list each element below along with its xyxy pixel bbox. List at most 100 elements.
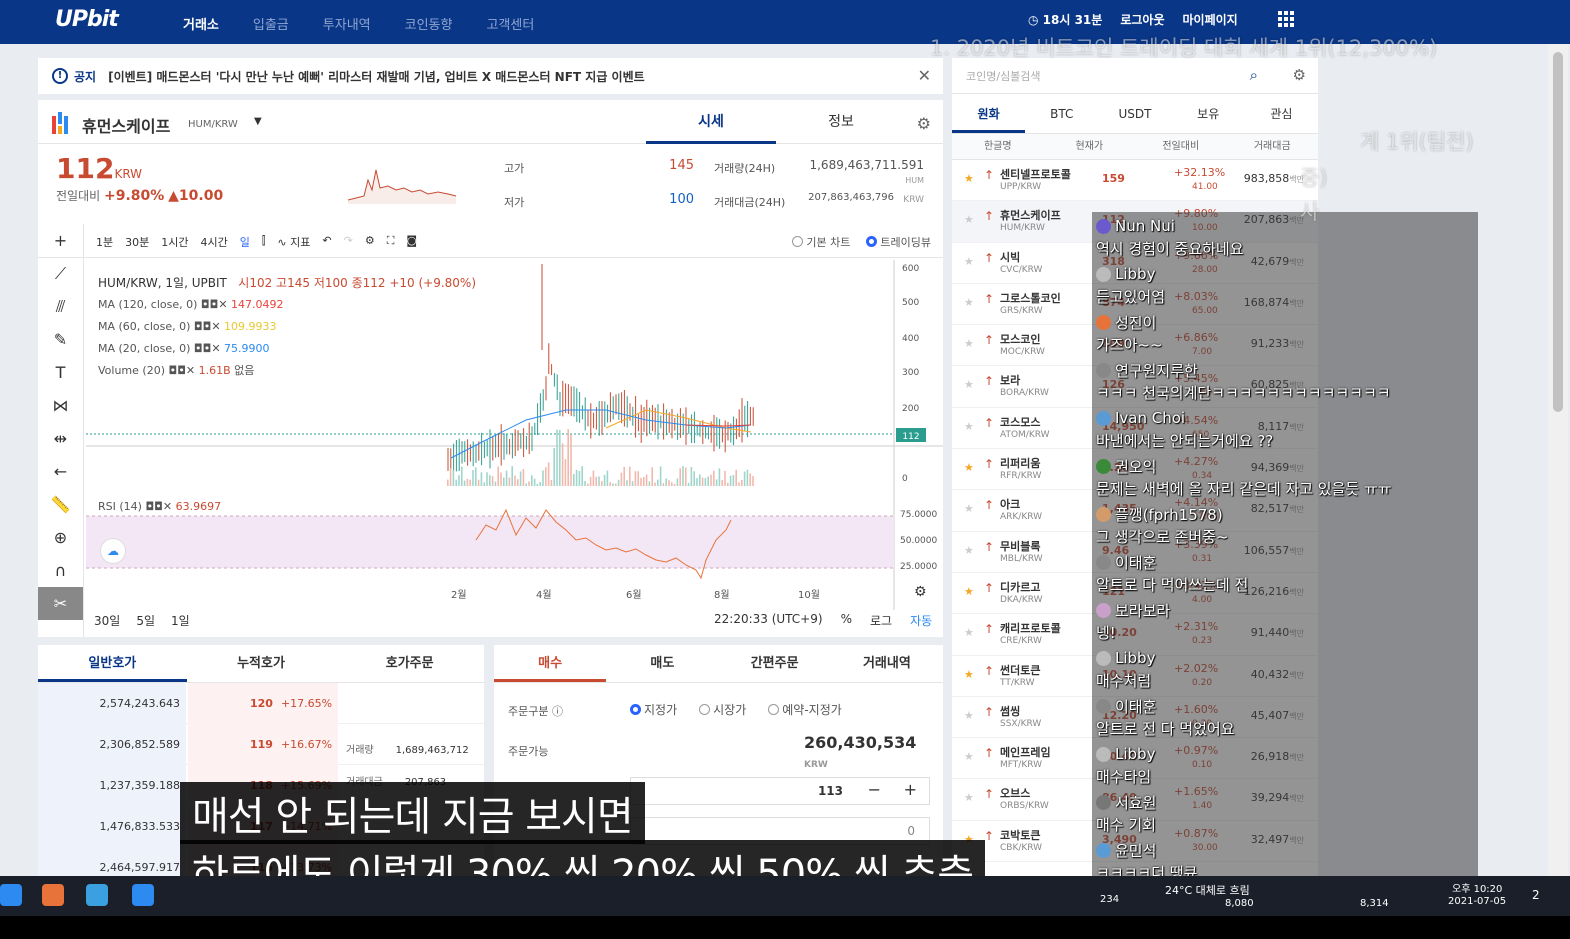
tab-normal-orderbook[interactable]: 일반호가 <box>38 645 187 682</box>
tab-holdings[interactable]: 보유 <box>1172 94 1245 133</box>
crosshair-icon[interactable]: + <box>38 224 83 257</box>
col-volume[interactable]: 거래대금 <box>1227 134 1319 159</box>
redo-icon[interactable]: ↷ <box>344 234 353 250</box>
zoom-icon[interactable]: ⊕ <box>38 521 83 554</box>
star-icon[interactable]: ★ <box>964 337 974 350</box>
range-1d[interactable]: 1일 <box>171 612 190 629</box>
star-icon[interactable]: ★ <box>964 461 974 474</box>
market-row-upp[interactable]: ★ ↑ 센티넬프로토콜 UPP/KRW 159 +32.13% 41.00 983,858백만 <box>952 160 1318 202</box>
plus-button[interactable]: + <box>904 780 917 799</box>
nav-customer-center[interactable]: 고객센터 <box>486 14 534 33</box>
tab-usdt[interactable]: USDT <box>1098 94 1171 133</box>
back-arrow-icon[interactable]: ← <box>38 455 83 488</box>
gear-icon[interactable]: ⚙ <box>917 114 931 133</box>
tradingview-option[interactable]: 트레이딩뷰 <box>866 234 931 250</box>
undo-icon[interactable]: ↶ <box>322 234 331 250</box>
hide-drawings-icon[interactable]: ✂ <box>38 587 83 620</box>
market-order-radio[interactable]: 시장가 <box>699 701 746 718</box>
ask-price[interactable]: 119 +16.67% <box>188 724 338 765</box>
tab-orderbook-order[interactable]: 호가주문 <box>335 645 484 682</box>
limit-order-radio[interactable]: 지정가 <box>630 701 677 718</box>
col-name[interactable]: 한글명 <box>952 134 1044 159</box>
fib-icon[interactable]: ⫻ <box>38 290 83 323</box>
coin-name[interactable]: 휴먼스케이프 <box>82 113 170 137</box>
star-icon[interactable]: ★ <box>964 709 974 722</box>
tab-cumulative-orderbook[interactable]: 누적호가 <box>187 645 336 682</box>
tab-simple-order[interactable]: 간편주문 <box>719 645 831 682</box>
percent-toggle[interactable]: % <box>841 612 852 629</box>
apps-grid-icon[interactable] <box>1278 11 1294 27</box>
ask-price[interactable]: 120 +17.65% <box>188 683 338 724</box>
firefox-icon[interactable] <box>42 884 64 906</box>
reserved-order-radio[interactable]: 예약-지정가 <box>768 701 842 718</box>
price-input[interactable]: 113 − + <box>630 777 930 805</box>
interval-30m[interactable]: 30분 <box>125 234 149 250</box>
star-icon[interactable]: ★ <box>964 172 974 185</box>
camera-icon[interactable]: ◙ <box>406 234 417 250</box>
star-icon[interactable]: ★ <box>964 255 974 268</box>
nav-exchange[interactable]: 거래소 <box>183 14 219 33</box>
star-icon[interactable]: ★ <box>964 502 974 515</box>
fullscreen-icon[interactable]: ⛶ <box>387 234 395 250</box>
gear-icon[interactable]: ⚙ <box>914 584 927 600</box>
brush-icon[interactable]: ✎ <box>38 323 83 356</box>
star-icon[interactable]: ★ <box>964 378 974 391</box>
trendline-icon[interactable]: ⟋ <box>38 257 83 290</box>
range-30d[interactable]: 30일 <box>94 612 120 629</box>
col-change[interactable]: 전일대비 <box>1135 134 1227 159</box>
tab-sell[interactable]: 매도 <box>606 645 718 682</box>
gear-icon[interactable]: ⚙ <box>1293 66 1306 84</box>
candle-type-icon[interactable]: ⫿ <box>262 234 266 250</box>
star-icon[interactable]: ★ <box>964 296 974 309</box>
tab-info[interactable]: 정보 <box>776 100 906 144</box>
tab-krw[interactable]: 원화 <box>952 94 1026 133</box>
star-icon[interactable]: ★ <box>964 750 974 763</box>
search-icon[interactable]: ⌕ <box>1250 66 1258 84</box>
orderbook-row[interactable]: 2,574,243.643 120 +17.65% <box>38 683 484 724</box>
log-toggle[interactable]: 로그 <box>870 612 892 629</box>
basic-chart-option[interactable]: 기본 차트 <box>792 234 850 250</box>
star-icon[interactable]: ★ <box>964 626 974 639</box>
coin-search-input[interactable]: 코인명/심볼검색 ⌕ ⚙ <box>952 58 1318 94</box>
text-icon[interactable]: T <box>38 356 83 389</box>
magnet-icon[interactable]: ∩ <box>38 554 83 587</box>
star-icon[interactable]: ★ <box>964 420 974 433</box>
app-icon[interactable] <box>86 884 108 906</box>
nav-coin-trends[interactable]: 코인동향 <box>405 14 453 33</box>
measure-icon[interactable]: ⇹ <box>38 422 83 455</box>
edge-icon[interactable] <box>0 884 22 906</box>
interval-4h[interactable]: 4시간 <box>201 234 228 250</box>
notice-text[interactable]: [이벤트] 매드몬스터 '다시 만난 누난 예뻐' 리마스터 재발매 기념, 업… <box>108 68 645 85</box>
mypage-link[interactable]: 마이페이지 <box>1183 11 1238 28</box>
tab-trade-history[interactable]: 거래내역 <box>831 645 943 682</box>
star-icon[interactable]: ★ <box>964 585 974 598</box>
indicator-button[interactable]: ∿ 지표 <box>277 234 310 250</box>
price-chart[interactable]: 112 HUM/KRW, 1일, UPBIT 시102 고145 저100 종1… <box>86 260 943 637</box>
pattern-icon[interactable]: ⋈ <box>38 389 83 422</box>
ie-icon[interactable] <box>132 884 154 906</box>
tab-buy[interactable]: 매수 <box>494 645 607 682</box>
logout-link[interactable]: 로그아웃 <box>1120 11 1164 28</box>
star-icon[interactable]: ★ <box>964 668 974 681</box>
interval-1h[interactable]: 1시간 <box>161 234 188 250</box>
star-icon[interactable]: ★ <box>964 544 974 557</box>
tab-quote[interactable]: 시세 <box>646 100 776 144</box>
star-icon[interactable]: ★ <box>964 791 974 804</box>
tab-btc[interactable]: BTC <box>1025 94 1098 133</box>
notification-icon[interactable]: 2 <box>1532 888 1540 902</box>
ruler-icon[interactable]: 📏 <box>38 488 83 521</box>
col-price[interactable]: 현재가 <box>1044 134 1136 159</box>
notice-bar[interactable]: ! 공지 [이벤트] 매드몬스터 '다시 만난 누난 예뻐' 리마스터 재발매 … <box>38 58 943 94</box>
star-icon[interactable]: ★ <box>964 213 974 226</box>
interval-1m[interactable]: 1분 <box>96 234 113 250</box>
chevron-down-icon[interactable]: ▼ <box>254 116 262 127</box>
range-5d[interactable]: 5일 <box>136 612 155 629</box>
minus-button[interactable]: − <box>868 780 881 799</box>
upbit-logo[interactable]: UPbit <box>55 7 119 32</box>
tradingview-logo-icon[interactable]: ☁ <box>100 538 126 564</box>
nav-investments[interactable]: 투자내역 <box>323 14 371 33</box>
nav-deposit[interactable]: 입출금 <box>253 14 289 33</box>
auto-toggle[interactable]: 자동 <box>910 612 932 629</box>
settings-icon[interactable]: ⚙ <box>365 234 375 250</box>
tab-favorites[interactable]: 관심 <box>1245 94 1318 133</box>
